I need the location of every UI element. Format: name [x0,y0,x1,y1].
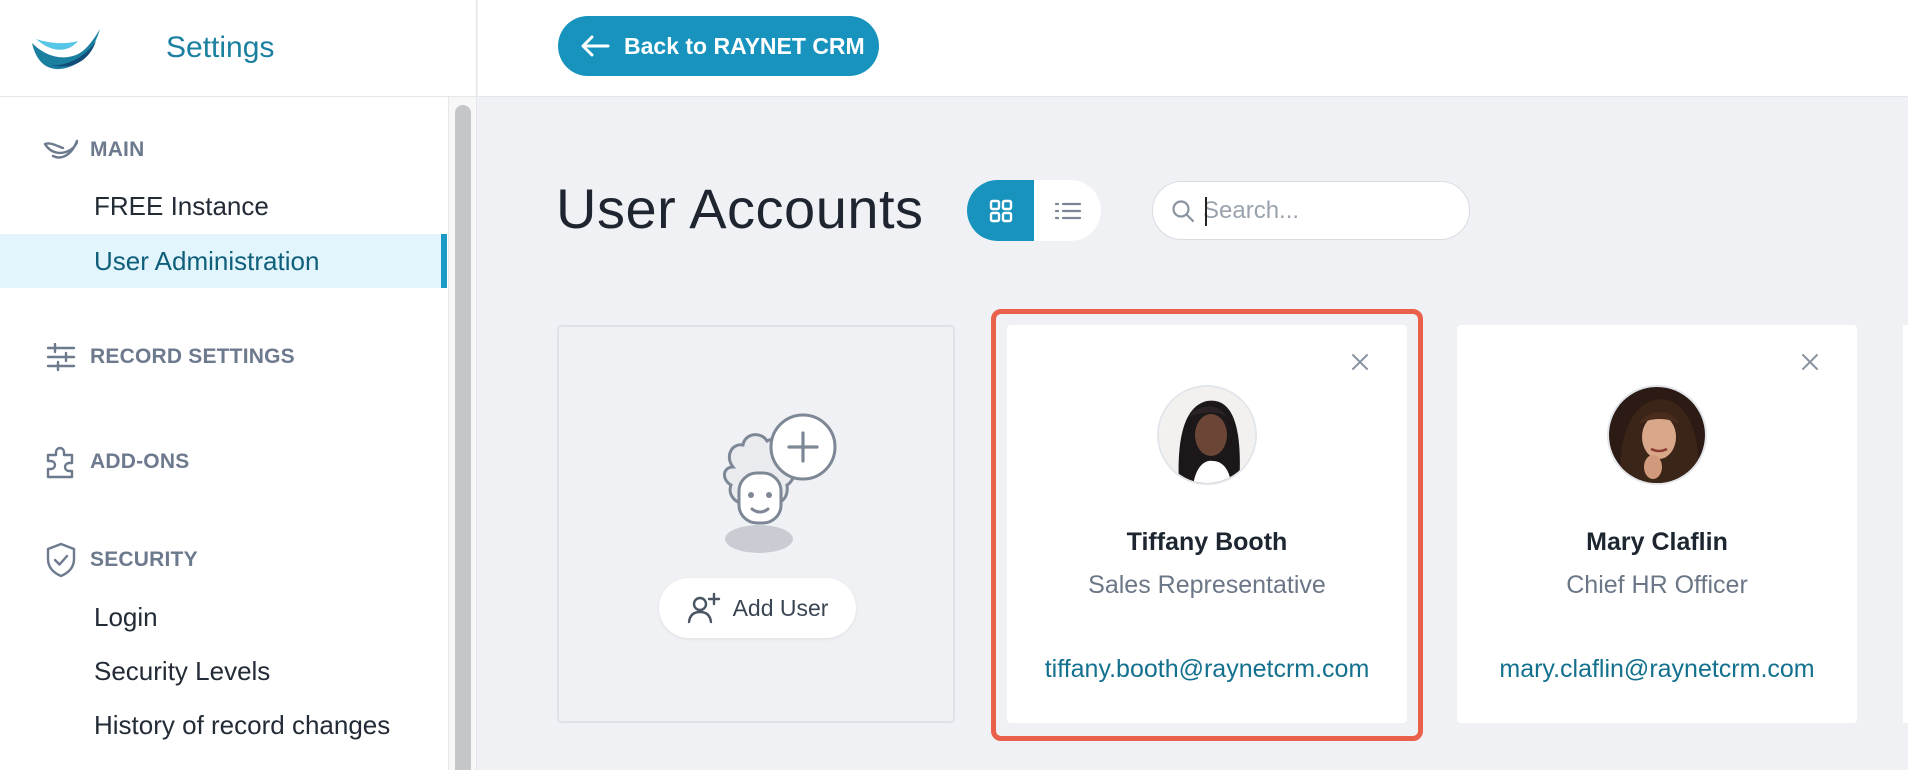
user-role: Sales Representative [1088,571,1326,599]
section-main-label: MAIN [90,138,145,161]
add-user-card[interactable]: Add User [557,325,955,723]
section-addons-label: ADD-ONS [90,450,190,473]
text-caret [1205,197,1207,226]
search-box[interactable] [1152,181,1470,240]
list-icon [1054,202,1081,219]
close-icon [1802,354,1818,370]
sidebar-nav: MAIN FREE Instance User Administration R… [0,97,447,770]
user-role: Chief HR Officer [1566,571,1748,599]
remove-user-button[interactable] [1795,347,1825,377]
add-person-icon [687,592,720,624]
list-view-button[interactable] [1034,180,1101,241]
sliders-icon [42,339,80,375]
user-card-partial [1903,325,1908,723]
section-addons[interactable]: ADD-ONS [42,444,189,480]
back-to-crm-label: Back to RAYNET CRM [624,32,865,59]
grid-icon [989,199,1012,222]
user-photo-icon [1609,387,1705,483]
user-email-link[interactable]: mary.claflin@raynetcrm.com [1457,655,1857,684]
raynet-logo-icon [32,29,100,70]
add-user-button[interactable]: Add User [659,578,856,638]
add-user-illustration-icon [723,413,837,553]
sidebar-item-user-administration[interactable]: User Administration [0,234,447,288]
add-user-label: Add User [732,594,829,621]
user-name: Tiffany Booth [1126,528,1288,556]
section-record-settings[interactable]: RECORD SETTINGS [42,339,295,375]
sidebar-scrollbar-thumb[interactable] [455,105,471,770]
close-icon [1352,354,1368,370]
sidebar-item-free-instance[interactable]: FREE Instance [0,179,447,233]
sidebar-title: Settings [166,31,275,64]
avatar [1607,385,1707,485]
section-security: SECURITY [42,542,198,578]
view-toggle [967,180,1101,241]
page-title: User Accounts [556,177,924,240]
search-icon [1172,199,1195,222]
sidebar-item-security-levels[interactable]: Security Levels [0,644,447,698]
arrow-left-icon [581,35,610,57]
avatar [1157,385,1257,485]
user-card[interactable]: Tiffany Booth Sales Representative tiffa… [1007,325,1407,723]
sidebar-item-history-of-record-changes[interactable]: History of record changes [0,698,447,752]
user-name: Mary Claflin [1586,528,1728,556]
raynet-outline-icon [42,132,80,168]
topbar: Back to RAYNET CRM [478,0,1908,97]
sidebar-item-login[interactable]: Login [0,590,447,644]
user-email-link[interactable]: tiffany.booth@raynetcrm.com [1007,655,1407,684]
remove-user-button[interactable] [1345,347,1375,377]
user-card[interactable]: Mary Claflin Chief HR Officer mary.clafl… [1457,325,1857,723]
sidebar-header: Settings [0,0,476,97]
puzzle-icon [42,444,80,480]
sidebar-scrollbar[interactable] [448,97,476,770]
back-to-crm-button[interactable]: Back to RAYNET CRM [558,16,879,76]
search-input[interactable] [1203,196,1453,225]
section-security-label: SECURITY [90,548,198,571]
section-record-settings-label: RECORD SETTINGS [90,345,295,368]
grid-view-button[interactable] [967,180,1034,241]
section-main: MAIN [42,132,144,168]
sidebar: Settings MAIN FREE Instance User Adminis… [0,0,477,770]
user-photo-icon [1159,387,1255,483]
shield-check-icon [42,542,80,578]
